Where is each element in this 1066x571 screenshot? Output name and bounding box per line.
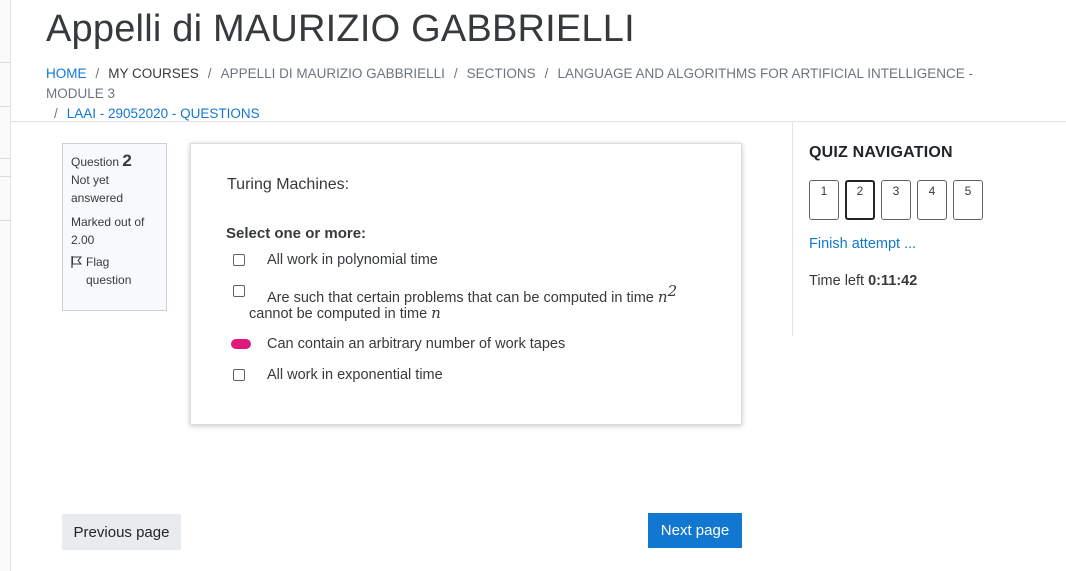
answer-checkbox[interactable]	[233, 254, 245, 266]
breadcrumb-home[interactable]: HOME	[46, 66, 87, 81]
quiz-navigation-panel: QUIZ NAVIGATION 1 2 3 4 5 Finish attempt…	[792, 122, 1066, 336]
time-left-value: 0:11:42	[868, 273, 918, 289]
breadcrumb-separator: /	[54, 106, 58, 121]
finish-attempt-link[interactable]: Finish attempt ...	[809, 236, 916, 252]
drawer-divider	[0, 176, 11, 177]
answer-label: All work in exponential time	[267, 367, 443, 383]
flag-question-toggle[interactable]: Flag question	[71, 253, 158, 289]
quiz-nav-button-2[interactable]: 2	[845, 180, 875, 220]
breadcrumb-separator: /	[453, 66, 458, 81]
quiz-nav-button-5[interactable]: 5	[953, 180, 983, 220]
drawer-divider	[0, 220, 11, 221]
breadcrumb-sections[interactable]: SECTIONS	[467, 66, 536, 81]
breadcrumb-quiz[interactable]: LAAI - 29052020 - QUESTIONS	[67, 106, 260, 121]
quiz-navigation-title: QUIZ NAVIGATION	[809, 144, 953, 161]
breadcrumb-my-courses[interactable]: MY COURSES	[108, 66, 199, 81]
question-card: Turing Machines: Select one or more: All…	[190, 143, 742, 425]
answer-prompt: Select one or more:	[226, 225, 367, 242]
answer-checkbox[interactable]	[233, 285, 245, 297]
answer-checkbox[interactable]	[233, 369, 245, 381]
question-grade: Marked out of 2.00	[71, 215, 145, 247]
quiz-nav-button-4[interactable]: 4	[917, 180, 947, 220]
left-drawer-edge	[0, 0, 11, 571]
answer-checkbox-checked[interactable]	[231, 339, 251, 349]
previous-page-button[interactable]: Previous page	[62, 514, 181, 550]
question-state: Not yet answered	[71, 173, 124, 205]
question-text: Turing Machines:	[227, 176, 350, 193]
quiz-nav-button-1[interactable]: 1	[809, 180, 839, 220]
time-left-label: Time left	[809, 273, 865, 289]
breadcrumb-separator: /	[544, 66, 549, 81]
quiz-navigation-buttons: 1 2 3 4 5	[809, 180, 983, 220]
answer-label: All work in polynomial time	[267, 252, 438, 268]
question-number: Question 2	[71, 151, 132, 170]
drawer-divider	[0, 106, 11, 107]
breadcrumb-separator: /	[95, 66, 100, 81]
drawer-divider	[0, 62, 11, 63]
time-left: Time left 0:11:42	[809, 273, 917, 289]
breadcrumb: HOME / MY COURSES / APPELLI DI MAURIZIO GABB…	[46, 64, 1006, 124]
drawer-divider	[0, 158, 11, 159]
question-info-panel: Question 2 Not yet answered Marked out o…	[62, 143, 167, 311]
quiz-nav-button-3[interactable]: 3	[881, 180, 911, 220]
page-header: Appelli di MAURIZIO GABBRIELLI HOME / MY C…	[11, 0, 1066, 122]
answer-label-continued: cannot be computed in time n	[249, 304, 441, 322]
flag-question-label: Flag question	[86, 255, 132, 287]
flag-icon	[71, 256, 82, 268]
breadcrumb-separator: /	[207, 66, 212, 81]
answer-label: Can contain an arbitrary number of work …	[267, 336, 566, 352]
next-page-button[interactable]: Next page	[648, 513, 742, 548]
breadcrumb-course[interactable]: APPELLI DI MAURIZIO GABBRIELLI	[221, 66, 445, 81]
page-title: Appelli di MAURIZIO GABBRIELLI	[46, 8, 635, 50]
